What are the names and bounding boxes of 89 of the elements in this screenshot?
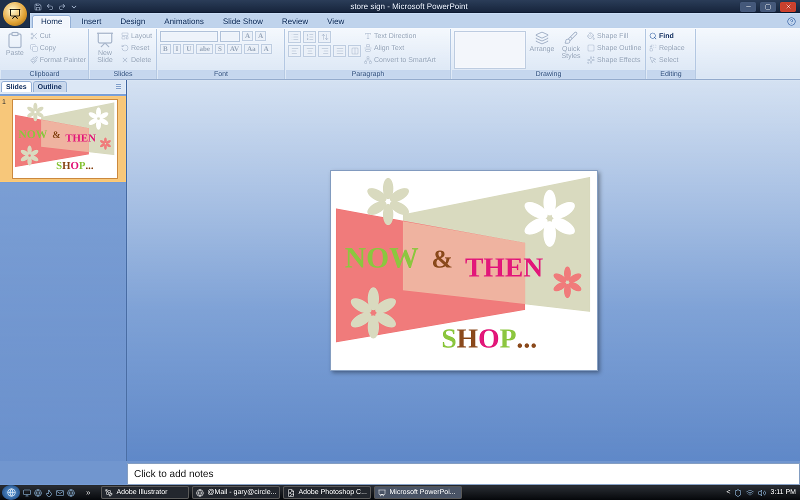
- copy-icon: [30, 44, 38, 52]
- network-icon: [746, 488, 754, 496]
- layout-icon: [121, 32, 129, 40]
- flower-drawing: [27, 102, 44, 122]
- close-button[interactable]: [780, 2, 796, 12]
- globe-icon: [34, 488, 42, 496]
- slide-word: &: [431, 244, 452, 274]
- columns-button[interactable]: [348, 45, 361, 57]
- flower-drawing: [524, 190, 574, 247]
- justify-button[interactable]: [333, 45, 346, 57]
- more-icons-button[interactable]: »: [78, 488, 98, 497]
- align-right-icon: [320, 47, 328, 55]
- slide-word: &: [52, 130, 61, 141]
- slide-word: NOW: [18, 128, 48, 141]
- ribbon-tab[interactable]: Design: [111, 15, 154, 28]
- start-button[interactable]: [2, 485, 20, 500]
- shield-icon: [734, 488, 742, 496]
- center-button[interactable]: [303, 45, 316, 57]
- search-icon: [649, 32, 657, 40]
- desktop-icon: [23, 488, 31, 496]
- flower-drawing: [350, 287, 396, 338]
- save-icon: [34, 2, 42, 10]
- notes-field[interactable]: Click to add notes: [127, 463, 800, 485]
- sparkles-icon: [587, 56, 595, 64]
- slide-thumbnail[interactable]: NOW & THEN SHOP...: [12, 99, 118, 179]
- slide[interactable]: NOW & THEN SHOP...: [330, 170, 598, 371]
- delete-icon: [121, 56, 129, 64]
- bullets-button[interactable]: [288, 31, 301, 43]
- scissors-icon: [30, 32, 38, 40]
- shapes-gallery[interactable]: [454, 31, 526, 69]
- ribbon-tab[interactable]: View: [318, 15, 354, 28]
- ribbon-tab[interactable]: Slide Show: [214, 15, 272, 28]
- minimize-icon: [744, 3, 752, 10]
- flame-icon: [45, 488, 53, 496]
- layers-icon: [535, 31, 549, 45]
- align-left-button[interactable]: [288, 45, 301, 57]
- bullet-list-icon: [290, 33, 298, 41]
- slide-word: THEN: [464, 251, 543, 282]
- globe-icon: [196, 488, 204, 496]
- align-right-button[interactable]: [318, 45, 331, 57]
- align-text-icon: [364, 44, 372, 52]
- ribbon-tab[interactable]: Review: [272, 15, 318, 28]
- slide-icon: [96, 31, 114, 49]
- smartart-icon: [364, 56, 372, 64]
- flower-drawing: [20, 146, 38, 166]
- pointer-icon: [649, 56, 657, 64]
- minimize-button[interactable]: [740, 2, 756, 12]
- office-button[interactable]: [3, 2, 27, 26]
- speaker-icon: [758, 488, 766, 496]
- line-spacing-icon: [320, 33, 328, 41]
- slide-word: NOW: [344, 242, 418, 275]
- flower-drawing: [100, 137, 111, 150]
- redo-icon: [58, 2, 66, 10]
- align-left-icon: [290, 47, 298, 55]
- flower-drawing: [88, 107, 108, 130]
- slide-word: SHOP...: [56, 160, 94, 172]
- pen-icon: [105, 488, 114, 496]
- paintbrush-icon: [30, 56, 38, 64]
- columns-icon: [350, 47, 358, 55]
- ribbon-tab[interactable]: Home: [32, 15, 72, 28]
- slide-word: THEN: [65, 132, 96, 144]
- presentation-icon: [378, 488, 386, 496]
- ribbon-tab[interactable]: Insert: [72, 15, 110, 28]
- numbering-button[interactable]: [303, 31, 316, 43]
- restore-button[interactable]: [760, 2, 776, 12]
- reset-icon: [121, 44, 129, 52]
- clipboard-icon: [6, 31, 24, 49]
- close-icon: [784, 3, 792, 10]
- browser-icon: [67, 488, 75, 496]
- paint-bucket-icon: [587, 32, 595, 40]
- flower-drawing: [553, 266, 581, 298]
- ribbon-tab[interactable]: Animations: [155, 15, 213, 28]
- window-title: store sign - Microsoft PowerPoint: [349, 2, 469, 11]
- text-direction-icon: [364, 32, 372, 40]
- undo-icon: [46, 2, 54, 10]
- image-icon: [287, 488, 296, 496]
- help-icon: [787, 17, 796, 26]
- font-size-field[interactable]: [220, 31, 240, 42]
- font-name-field[interactable]: [160, 31, 218, 42]
- brush-icon: [564, 31, 578, 45]
- restore-icon: [765, 4, 771, 10]
- line-spacing-button[interactable]: [318, 31, 331, 43]
- align-center-icon: [306, 47, 314, 55]
- numbered-list-icon: [306, 33, 314, 41]
- square-outline-icon: [587, 44, 595, 52]
- flower-drawing: [366, 178, 408, 226]
- justify-icon: [336, 47, 344, 55]
- mail-icon: [56, 488, 64, 496]
- slide-word: SHOP...: [440, 322, 537, 354]
